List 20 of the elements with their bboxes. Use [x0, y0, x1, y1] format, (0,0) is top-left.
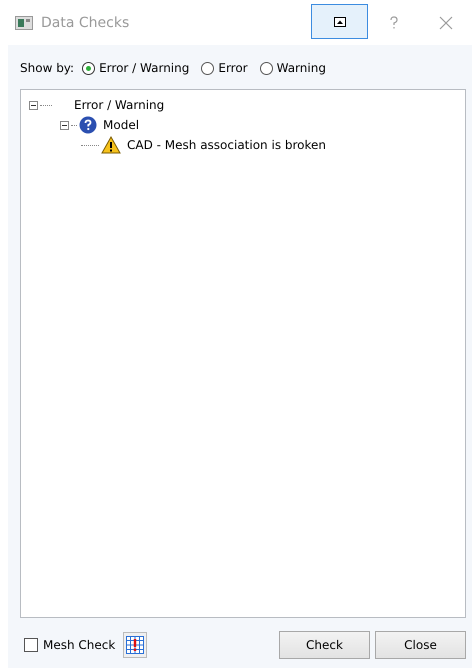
window-app-icon [15, 16, 33, 30]
restore-icon [334, 16, 346, 26]
tree-item[interactable]: Model [103, 118, 140, 132]
show-by-label: Show by: [20, 61, 74, 75]
window-title: Data Checks [41, 14, 130, 30]
collapse-toggle-icon[interactable] [29, 100, 38, 110]
tree-item[interactable]: CAD - Mesh association is broken [127, 138, 326, 152]
dialog-button[interactable]: Close [375, 631, 466, 659]
question-icon [79, 116, 97, 134]
help-icon [389, 16, 399, 30]
mesh-check-checkbox[interactable]: Mesh Check [24, 638, 116, 652]
restore-button[interactable] [311, 4, 368, 39]
radio-option[interactable]: Error / Warning [82, 61, 190, 75]
mesh-grid-button[interactable] [123, 632, 148, 658]
collapse-toggle-icon[interactable] [60, 120, 69, 130]
dialog-button[interactable]: Check [279, 631, 370, 659]
radio-option[interactable]: Warning [260, 61, 326, 75]
warning-icon [101, 136, 121, 154]
tree-item[interactable]: Error / Warning [74, 98, 164, 112]
radio-option[interactable]: Error [201, 61, 248, 75]
